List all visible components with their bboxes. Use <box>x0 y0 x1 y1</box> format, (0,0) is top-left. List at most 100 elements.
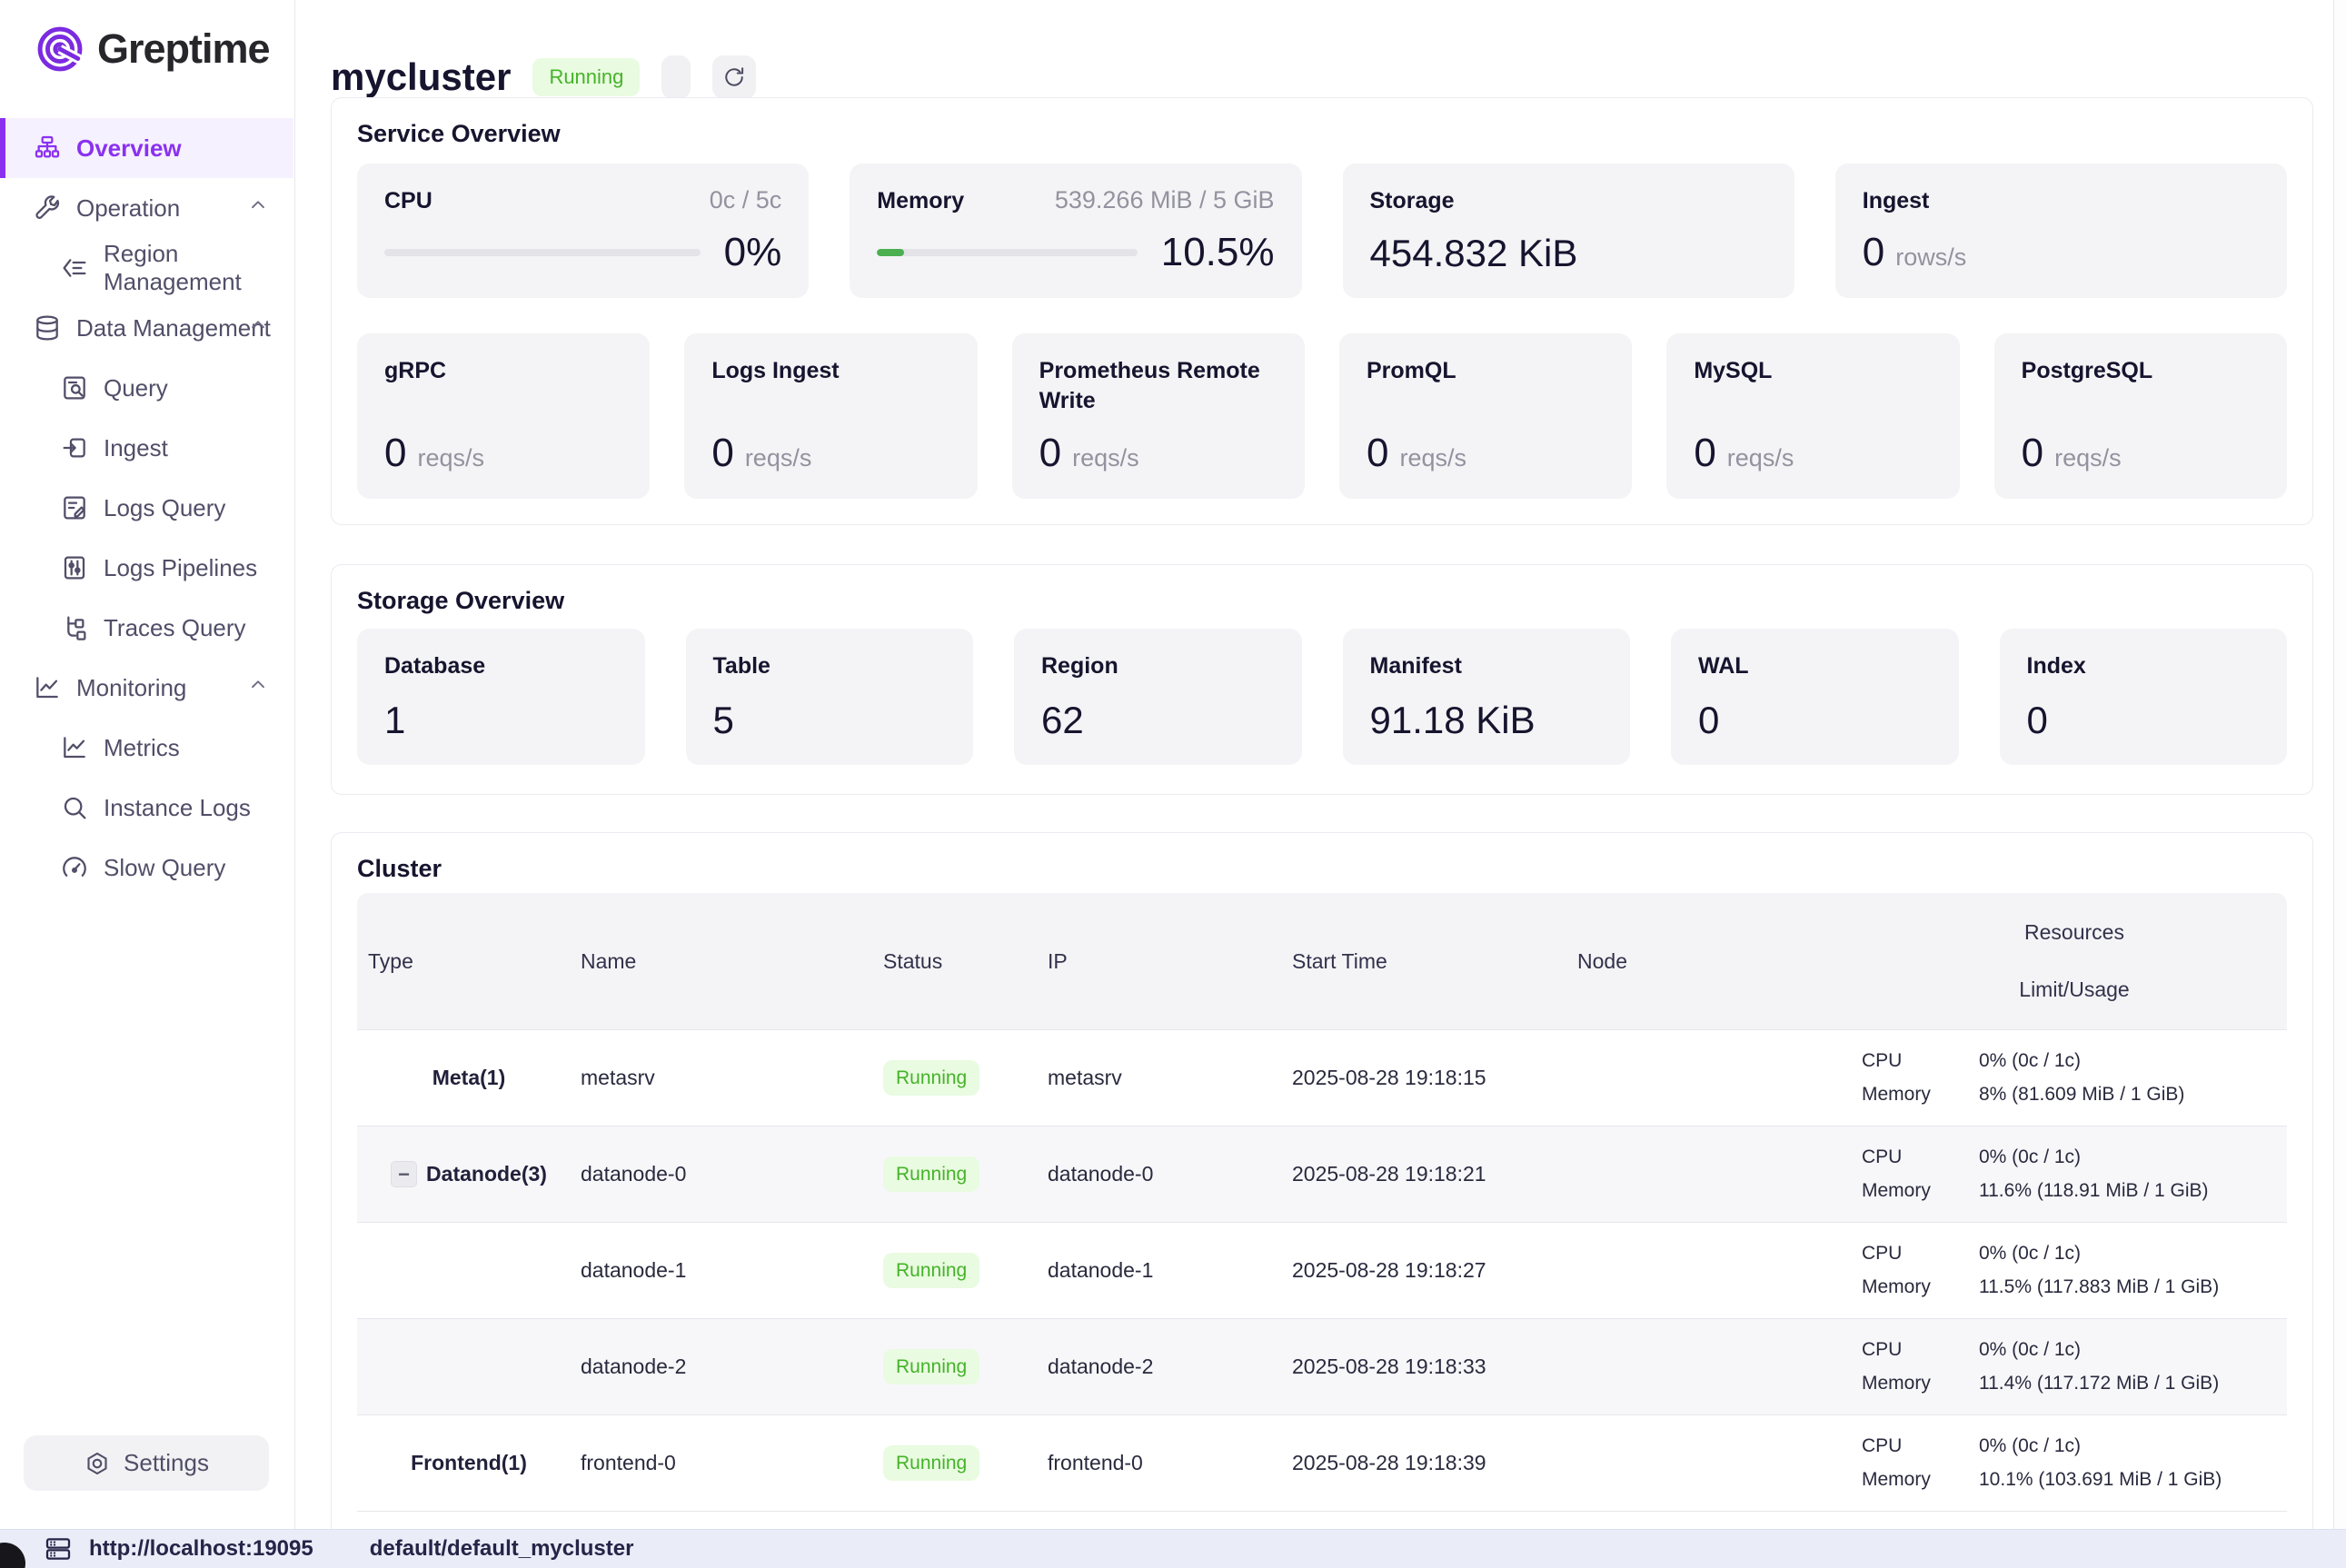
cpu-card-title: CPU <box>384 186 432 216</box>
sidebar-item-label: Slow Query <box>104 854 225 882</box>
sidebar-item-instance-logs[interactable]: Instance Logs <box>0 778 293 838</box>
memory-progress-bar <box>877 249 1137 256</box>
service-overview-section: Service Overview CPU 0c / 5c 0% Memory <box>331 97 2313 525</box>
cluster-action-button[interactable] <box>661 55 691 99</box>
rate-card-value: 0 <box>2022 431 2043 476</box>
cell-name: datanode-0 <box>570 1162 872 1186</box>
col-limit-usage-label: Limit/Usage <box>2019 978 2129 1002</box>
sidebar-item-ingest[interactable]: Ingest <box>0 418 293 478</box>
sidebar-item-operation[interactable]: Operation <box>0 178 293 238</box>
statusbar-url[interactable]: http://localhost:19095 <box>89 1536 313 1562</box>
gauge-icon <box>60 853 89 882</box>
cpu-limit: 0c / 5c <box>710 186 782 214</box>
col-ip: IP <box>1037 949 1281 974</box>
rate-card-title: PromQL <box>1367 356 1605 386</box>
memory-card-title: Memory <box>877 186 964 216</box>
col-status: Status <box>872 949 1037 974</box>
resource-cpu: CPU0% (0c / 1c) <box>1862 1050 2287 1072</box>
refresh-button[interactable] <box>712 55 756 99</box>
table-row: datanode-2Runningdatanode-22025-08-28 19… <box>357 1318 2287 1414</box>
cpu-progress-bar <box>384 249 701 256</box>
query-icon <box>60 373 89 402</box>
status-bar: http://localhost:19095 default/default_m… <box>0 1530 2346 1568</box>
logs-query-icon <box>60 493 89 522</box>
collapse-button[interactable]: − <box>391 1161 417 1187</box>
storage-card-table: Table 5 <box>686 629 974 765</box>
sidebar-item-label: Query <box>104 374 168 402</box>
resource-cpu: CPU0% (0c / 1c) <box>1862 1146 2287 1168</box>
col-name: Name <box>570 949 872 974</box>
sidebar-item-logs-pipelines[interactable]: Logs Pipelines <box>0 538 293 598</box>
brand-logo[interactable]: Greptime <box>0 0 294 74</box>
sidebar: Greptime OverviewOperationRegion Managem… <box>0 0 295 1568</box>
cell-ip: frontend-0 <box>1037 1451 1281 1475</box>
cell-status: Running <box>872 1060 1037 1096</box>
storage-card-label: WAL <box>1698 651 1932 681</box>
ingest-icon <box>60 433 89 462</box>
sidebar-item-metrics[interactable]: Metrics <box>0 718 293 778</box>
cell-type: Meta(1) <box>357 1066 570 1090</box>
rate-card-value: 0 <box>711 431 733 476</box>
col-resources-label: Resources <box>2024 920 2124 945</box>
sidebar-item-monitoring[interactable]: Monitoring <box>0 658 293 718</box>
ingest-card-title: Ingest <box>1863 186 2260 216</box>
storage-card-value: 0 <box>1698 699 1932 742</box>
rate-card-unit: reqs/s <box>1072 444 1139 472</box>
sitemap-icon <box>33 134 62 163</box>
cell-start-time: 2025-08-28 19:18:33 <box>1281 1355 1566 1379</box>
storage-card-database: Database1 <box>357 629 645 765</box>
rate-card-value: 0 <box>1694 431 1715 476</box>
sidebar-item-overview[interactable]: Overview <box>0 118 293 178</box>
table-row: Meta(1)metasrvRunningmetasrv2025-08-28 1… <box>357 1029 2287 1126</box>
storage-card-value: 62 <box>1041 699 1275 742</box>
chevron-up-icon[interactable] <box>246 313 270 343</box>
storage-card: Storage 454.832 KiB <box>1343 164 1794 298</box>
resource-cpu: CPU0% (0c / 1c) <box>1862 1339 2287 1361</box>
storage-card-label: Index <box>2027 651 2261 681</box>
storage-overview-section: Storage Overview Database1Table5Region62… <box>331 564 2313 795</box>
rate-card-unit: reqs/s <box>2054 444 2122 472</box>
greptime-logo-icon <box>35 24 85 74</box>
sidebar-item-logs-query[interactable]: Logs Query <box>0 478 293 538</box>
sidebar-item-query[interactable]: Query <box>0 358 293 418</box>
sidebar-item-slow-query[interactable]: Slow Query <box>0 838 293 898</box>
storage-value: 454.832 KiB <box>1370 232 1767 275</box>
storage-card-label: Table <box>713 651 947 681</box>
storage-overview-cards: Database1Table5Region62Manifest91.18 KiB… <box>357 629 2287 765</box>
cluster-table-body: Meta(1)metasrvRunningmetasrv2025-08-28 1… <box>357 1029 2287 1512</box>
memory-card: Memory 539.266 MiB / 5 GiB 10.5% <box>850 164 1301 298</box>
sidebar-item-label: Metrics <box>104 734 180 762</box>
cluster-table-header: Type Name Status IP Start Time Node Reso… <box>357 893 2287 1029</box>
sidebar-item-label: Data Management <box>76 314 271 342</box>
logs-pipelines-icon <box>60 553 89 582</box>
status-badge: Running <box>883 1060 979 1096</box>
settings-button[interactable]: Settings <box>24 1435 269 1491</box>
sidebar-item-region-management[interactable]: Region Management <box>0 238 293 298</box>
rate-card-title: PostgreSQL <box>2022 356 2260 386</box>
chevron-up-icon[interactable] <box>246 673 270 703</box>
cell-start-time: 2025-08-28 19:18:21 <box>1281 1162 1566 1186</box>
sidebar-item-traces-query[interactable]: Traces Query <box>0 598 293 658</box>
sidebar-item-label: Logs Pipelines <box>104 554 257 582</box>
cluster-table: Type Name Status IP Start Time Node Reso… <box>357 893 2287 1512</box>
page-header: mycluster Running <box>331 53 756 102</box>
status-badge: Running <box>883 1349 979 1384</box>
table-row: −Datanode(3)datanode-0Runningdatanode-02… <box>357 1126 2287 1222</box>
statusbar-database[interactable]: default/default_mycluster <box>370 1536 634 1562</box>
cell-start-time: 2025-08-28 19:18:27 <box>1281 1258 1566 1283</box>
storage-card-value: 5 <box>713 699 947 742</box>
region-icon <box>60 253 89 283</box>
page-title: mycluster <box>331 55 511 99</box>
chevron-up-icon[interactable] <box>246 194 270 223</box>
rate-card-promql: PromQL0reqs/s <box>1339 333 1632 499</box>
status-badge: Running <box>883 1445 979 1481</box>
gear-icon <box>84 1450 111 1477</box>
traces-icon <box>60 613 89 642</box>
sidebar-item-data-management[interactable]: Data Management <box>0 298 293 358</box>
service-overview-title: Service Overview <box>357 120 561 148</box>
scrollbar[interactable] <box>2333 0 2346 1530</box>
cell-status: Running <box>872 1445 1037 1481</box>
brand-name: Greptime <box>97 25 270 73</box>
status-badge: Running <box>883 1156 979 1192</box>
protocol-rate-cards: gRPC0reqs/sLogs Ingest0reqs/sPrometheus … <box>357 333 2287 499</box>
